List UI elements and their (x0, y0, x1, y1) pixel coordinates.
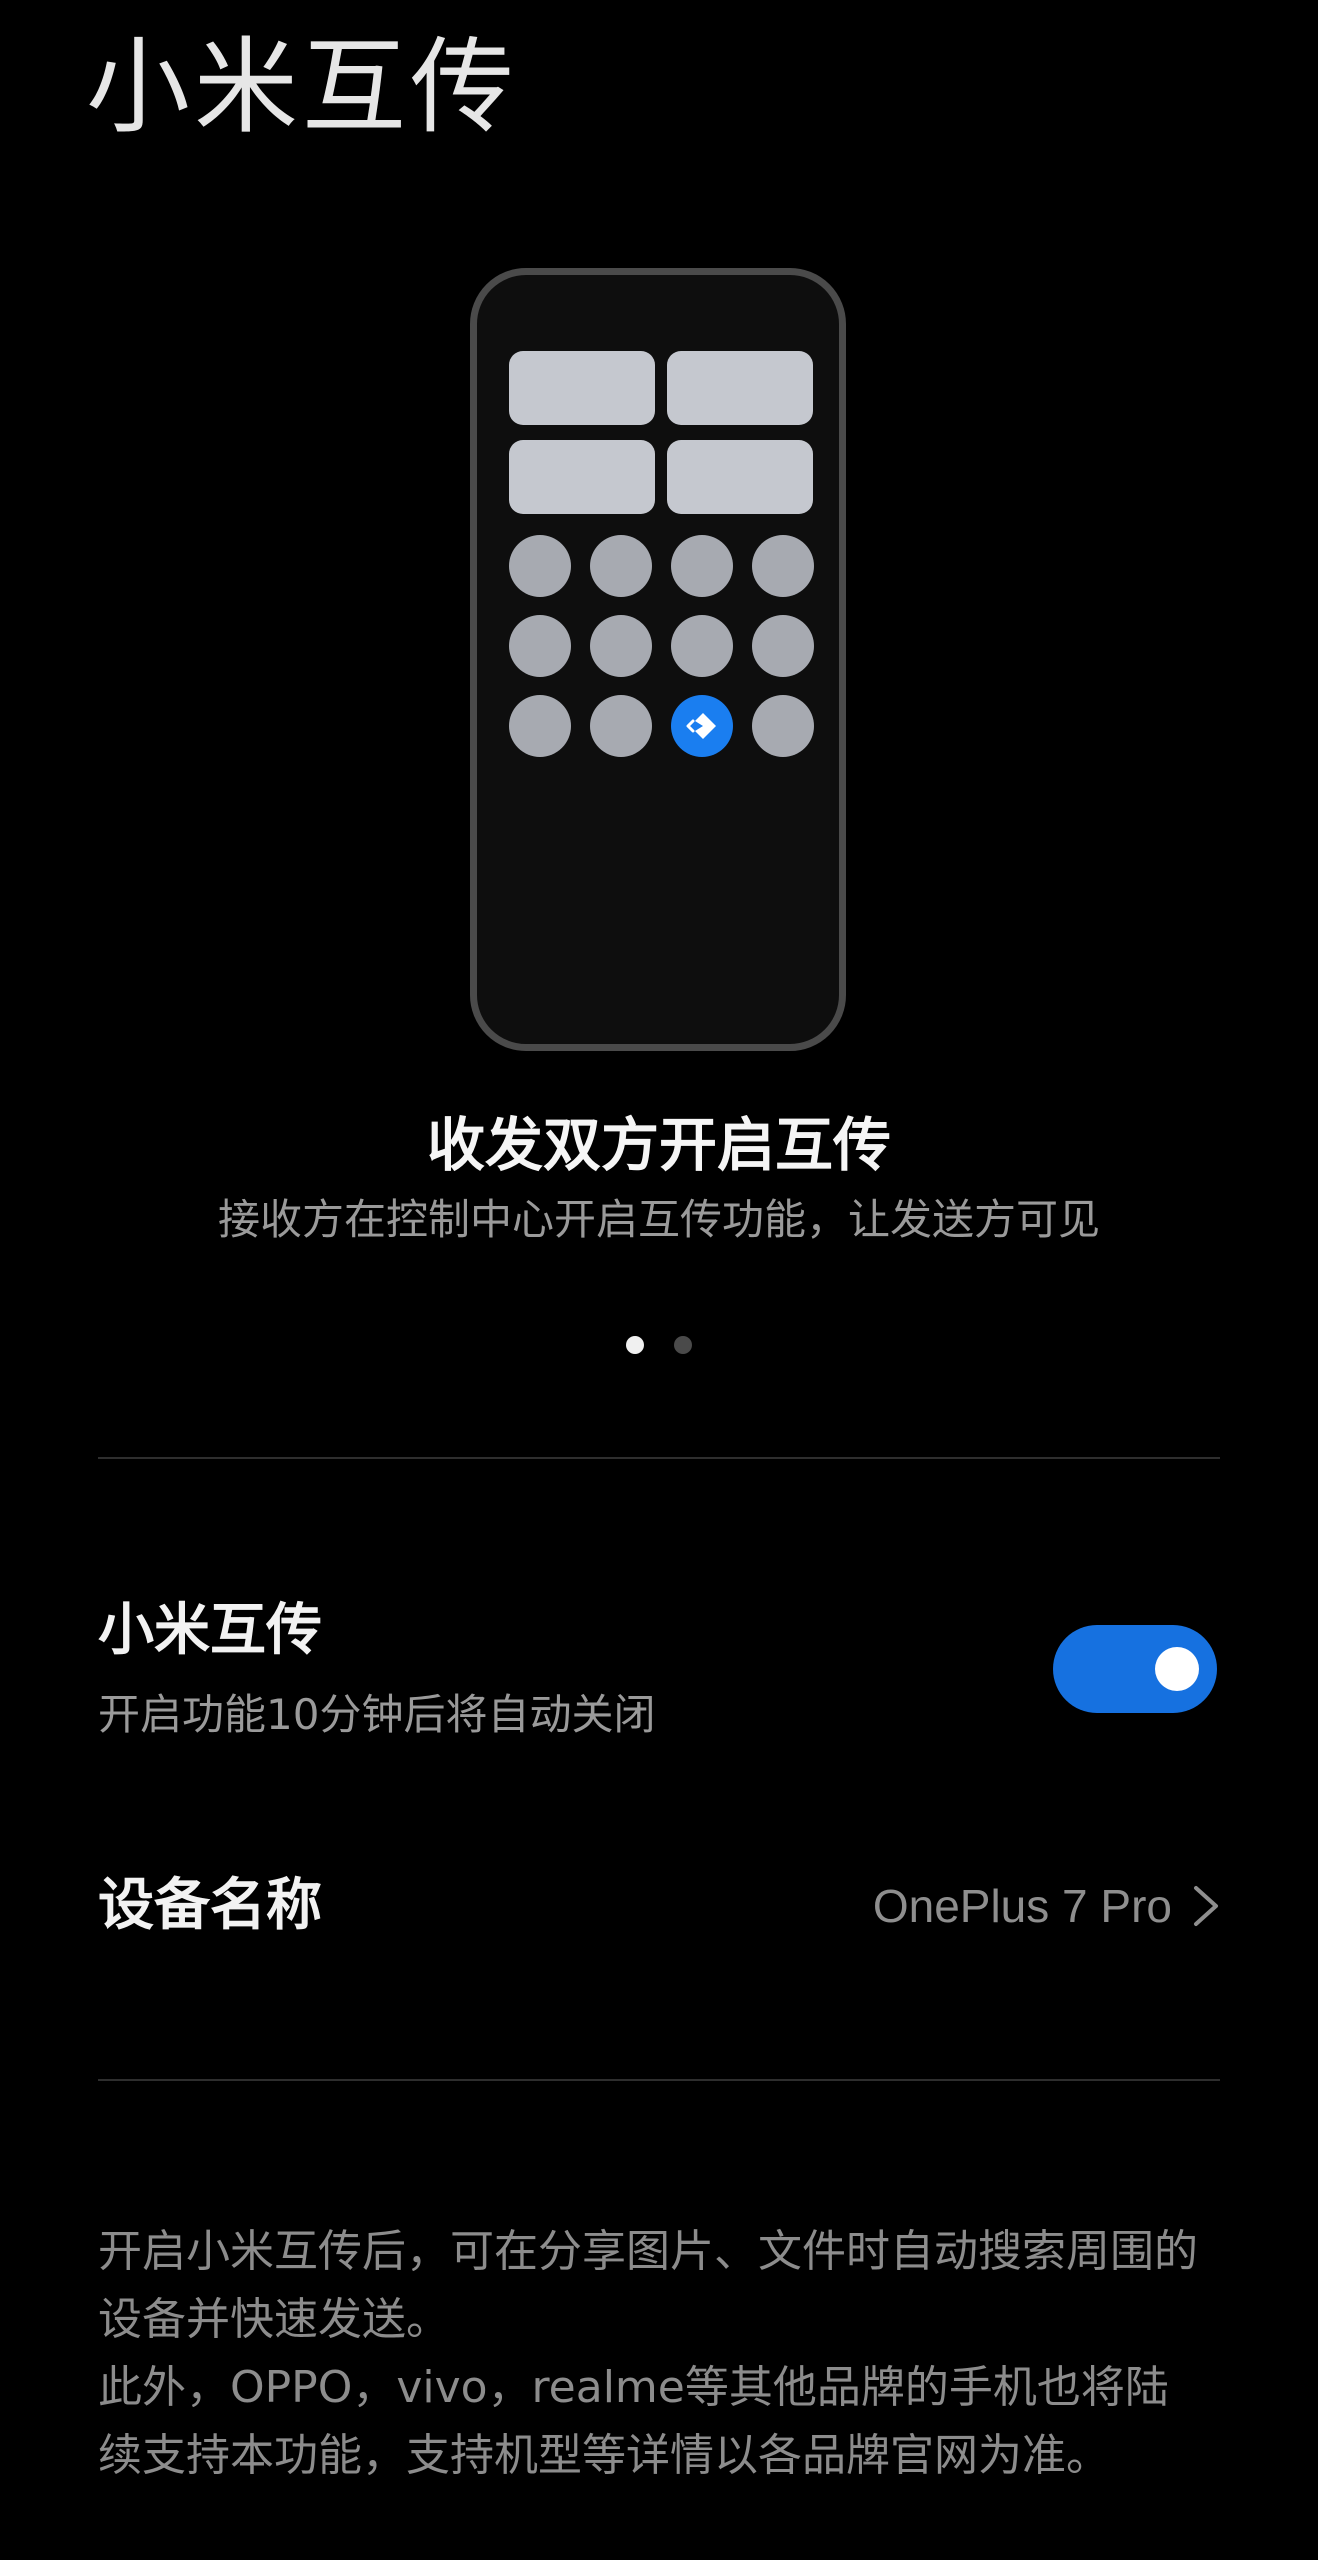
illustration-tile (667, 351, 813, 425)
toggle-knob (1155, 1647, 1199, 1691)
illustration-dot (752, 695, 814, 757)
divider (98, 2079, 1220, 2081)
page-indicator-inactive[interactable] (674, 1336, 692, 1354)
divider (98, 1457, 1220, 1459)
illustration-dot (671, 615, 733, 677)
illustration-dot (509, 615, 571, 677)
transfer-subtitle: 开启功能10分钟后将自动关闭 (98, 1690, 656, 1739)
transfer-toggle[interactable] (1053, 1625, 1217, 1713)
illustration-dot (509, 535, 571, 597)
illustration-dot (671, 535, 733, 597)
illustration-dot (752, 615, 814, 677)
illustration-tile (509, 440, 655, 514)
phone-illustration (470, 268, 846, 1051)
carousel-subtitle: 接收方在控制中心开启互传功能，让发送方可见 (217, 1195, 1100, 1244)
illustration-dot (752, 535, 814, 597)
info-paragraph: 此外，OPPO，vivo，realme等其他品牌的手机也将陆续支持本功能，支持机… (98, 2362, 1169, 2481)
device-name-value: OnePlus 7 Pro (872, 1880, 1172, 1932)
device-name-label: 设备名称 (98, 1873, 322, 1938)
chevron-right-icon (1194, 1886, 1218, 1926)
illustration-tile (509, 351, 655, 425)
carousel-title: 收发双方开启互传 (426, 1111, 891, 1179)
info-paragraph: 开启小米互传后，可在分享图片、文件时自动搜索周围的设备并快速发送。 (98, 2226, 1198, 2345)
transfer-title: 小米互传 (98, 1598, 322, 1663)
info-text: 开启小米互传后，可在分享图片、文件时自动搜索周围的设备并快速发送。 此外，OPP… (98, 2218, 1208, 2490)
illustration-dot (590, 615, 652, 677)
page-indicator-active[interactable] (626, 1336, 644, 1354)
illustration-dot (509, 695, 571, 757)
mi-share-icon (671, 695, 733, 757)
illustration-tile (667, 440, 813, 514)
illustration-dot (590, 695, 652, 757)
illustration-dot (590, 535, 652, 597)
page-title: 小米互传 (86, 26, 519, 148)
